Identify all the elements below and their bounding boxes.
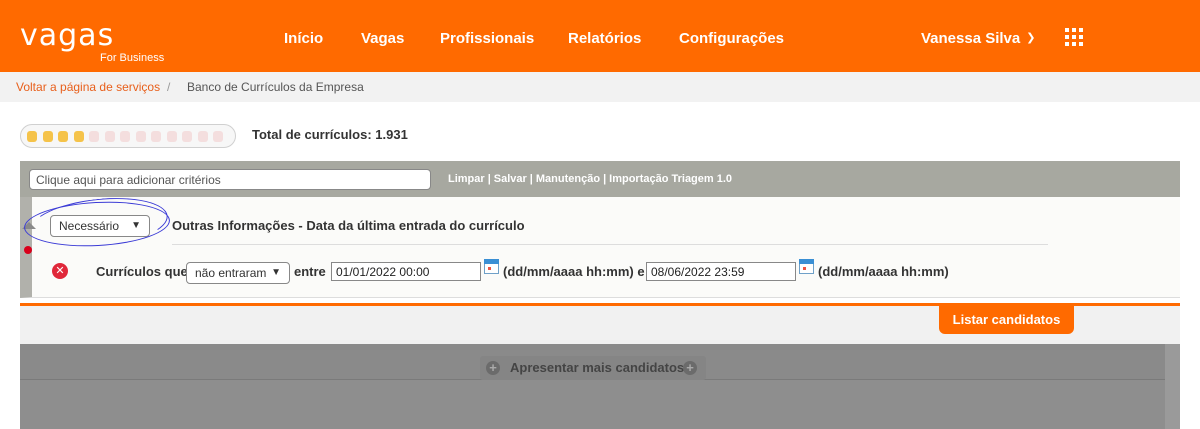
criteria-actions: Limpar | Salvar | Manutenção | Importação Tria… — [448, 173, 733, 185]
scrollbar[interactable] — [1165, 344, 1180, 429]
progress-segment — [104, 131, 115, 142]
user-name: Vanessa Silva — [921, 30, 1021, 47]
progress-segment — [42, 131, 53, 142]
date-format-hint: (dd/mm/aaaa hh:mm) e — [503, 264, 645, 279]
plus-icon: + — [683, 361, 697, 375]
progress-segment — [27, 131, 37, 142]
nav-relatorios[interactable]: Relatórios — [568, 30, 641, 47]
top-navigation-bar: vagas For Business Início Vagas Profissi… — [0, 0, 1200, 72]
breadcrumb-current: Banco de Currículos da Empresa — [187, 80, 364, 94]
apps-grid-icon[interactable] — [1065, 28, 1083, 46]
chevron-down-icon: ▼ — [131, 220, 141, 231]
resume-progress-indicator — [20, 124, 236, 148]
nav-inicio[interactable]: Início — [284, 30, 323, 47]
list-candidates-button[interactable]: Listar candidatos — [939, 306, 1074, 334]
date-format-hint: (dd/mm/aaaa hh:mm) — [818, 264, 949, 279]
requirement-value: Necessário — [59, 219, 120, 233]
user-menu[interactable]: Vanessa Silva ❯ — [921, 30, 1035, 47]
clear-link[interactable]: Limpar — [448, 173, 485, 185]
progress-segment — [89, 131, 99, 142]
progress-segment — [151, 131, 161, 142]
breadcrumb: Voltar a página de serviços / Banco de C… — [0, 72, 1200, 102]
condition-value: não entraram — [195, 266, 267, 280]
filter-title: Outras Informações - Data da última entr… — [172, 218, 525, 233]
required-marker-icon — [24, 246, 32, 254]
calendar-icon[interactable] — [799, 259, 814, 274]
nav-configuracoes[interactable]: Configurações — [679, 30, 784, 47]
save-link[interactable]: Salvar — [494, 173, 527, 185]
total-resumes: Total de currículos: 1.931 — [252, 127, 408, 142]
breadcrumb-back-link[interactable]: Voltar a página de serviços — [16, 80, 160, 94]
between-label: entre — [294, 264, 326, 279]
calendar-icon[interactable] — [484, 259, 499, 274]
nav-profissionais[interactable]: Profissionais — [440, 30, 534, 47]
plus-icon: + — [486, 361, 500, 375]
maintenance-link[interactable]: Manutenção — [536, 173, 600, 185]
progress-segment — [58, 131, 68, 142]
logo-wordmark: vagas — [20, 18, 115, 53]
progress-segment — [182, 131, 192, 142]
show-more-label: Apresentar mais candidatos — [510, 360, 685, 375]
progress-segment — [213, 131, 223, 142]
progress-segment — [73, 131, 84, 142]
criteria-input[interactable] — [29, 169, 431, 190]
condition-select[interactable]: não entraram ▼ — [186, 262, 290, 284]
breadcrumb-separator: / — [167, 80, 171, 94]
criteria-toolbar: Limpar|Salvar|Manutenção|Importação Tria… — [20, 161, 1180, 197]
requirement-select[interactable]: Necessário ▼ — [50, 215, 150, 237]
progress-segment — [120, 131, 130, 142]
vagas-logo[interactable]: vagas For Business — [20, 18, 164, 65]
nav-vagas[interactable]: Vagas — [361, 30, 404, 47]
progress-segment — [197, 131, 208, 142]
logo-subtitle: For Business — [100, 52, 165, 64]
remove-criterion-icon[interactable]: ✕ — [52, 263, 68, 279]
divider — [172, 244, 1048, 245]
progress-segment — [135, 131, 146, 142]
chevron-down-icon: ❯ — [1026, 32, 1036, 44]
show-more-button[interactable]: + Apresentar mais candidatos + — [480, 356, 706, 380]
chevron-down-icon: ▼ — [271, 267, 281, 278]
criterion-label: Currículos que — [96, 264, 188, 279]
progress-segment — [166, 131, 177, 142]
import-triage-link[interactable]: Importação Triagem 1.0 — [609, 173, 732, 185]
collapse-triangle-icon[interactable] — [22, 222, 36, 229]
date-to-input[interactable] — [646, 262, 796, 281]
date-from-input[interactable] — [331, 262, 481, 281]
